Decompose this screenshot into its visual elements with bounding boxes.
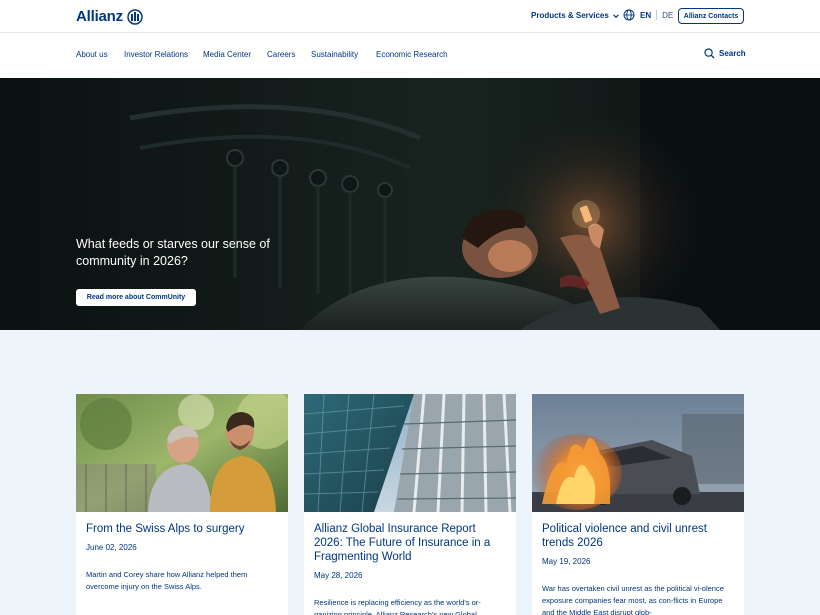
search-button[interactable]: Search bbox=[704, 48, 746, 59]
card-date: May 19, 2026 bbox=[542, 557, 591, 566]
card-title[interactable]: From the Swiss Alps to surgery bbox=[86, 522, 278, 536]
hero-banner: What feeds or starves our sense of commu… bbox=[0, 78, 820, 330]
card-description: Martin and Corey share how Allianz helpe… bbox=[86, 570, 248, 591]
news-card-swiss-alps[interactable]: From the Swiss Alps to surgery June 02, … bbox=[76, 394, 288, 615]
chevron-down-icon bbox=[612, 13, 619, 18]
top-bar: Allianz Products & Services EN DE Allian… bbox=[0, 0, 820, 33]
card-image-two-men bbox=[76, 394, 288, 512]
card-description: War has overtaken civil unrest as the po… bbox=[542, 584, 724, 615]
card-date: June 02, 2026 bbox=[86, 543, 137, 552]
lang-divider bbox=[656, 10, 658, 20]
news-card-global-insurance-report[interactable]: Allianz Global Insurance Report 2026: Th… bbox=[304, 394, 516, 615]
news-card-political-violence[interactable]: Political violence and civil unrest tren… bbox=[532, 394, 744, 615]
search-label: Search bbox=[719, 49, 746, 58]
lang-en-link[interactable]: EN bbox=[640, 11, 651, 20]
globe-icon[interactable] bbox=[623, 9, 635, 21]
card-date: May 28, 2026 bbox=[314, 571, 363, 580]
card-image-burning-car bbox=[532, 394, 744, 512]
language-switcher: EN DE bbox=[623, 9, 673, 21]
allianz-logo[interactable]: Allianz bbox=[76, 8, 143, 25]
hero-read-more-button[interactable]: Read more about CommUnity bbox=[76, 289, 196, 306]
main-nav: About us Investor Relations Media Center… bbox=[0, 33, 820, 78]
allianz-contacts-button[interactable]: Allianz Contacts bbox=[678, 8, 744, 24]
products-services-label: Products & Services bbox=[531, 11, 609, 20]
hero-title: What feeds or starves our sense of commu… bbox=[76, 237, 270, 268]
nav-item-careers[interactable]: Careers bbox=[267, 50, 295, 59]
lang-de-link[interactable]: DE bbox=[662, 11, 673, 20]
nav-item-sustainability[interactable]: Sustainability bbox=[311, 50, 358, 59]
search-icon bbox=[704, 48, 715, 59]
nav-item-investor-relations[interactable]: Investor Relations bbox=[124, 50, 188, 59]
card-image-skyscrapers bbox=[304, 394, 516, 512]
card-description: Resilience is replacing efficiency as th… bbox=[314, 598, 481, 615]
card-title[interactable]: Political violence and civil unrest tren… bbox=[542, 522, 734, 550]
nav-item-about-us[interactable]: About us bbox=[76, 50, 108, 59]
nav-item-media-center[interactable]: Media Center bbox=[203, 50, 251, 59]
logo-text: Allianz bbox=[76, 8, 123, 25]
nav-item-economic-research[interactable]: Economic Research bbox=[376, 50, 448, 59]
products-services-menu[interactable]: Products & Services bbox=[531, 11, 620, 20]
allianz-logo-icon bbox=[127, 8, 143, 25]
card-title[interactable]: Allianz Global Insurance Report 2026: Th… bbox=[314, 522, 506, 564]
